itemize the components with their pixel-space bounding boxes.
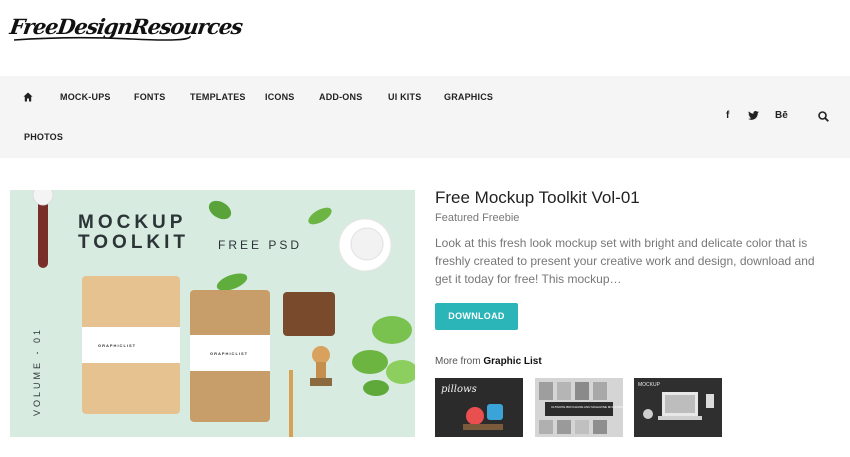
nav-item-addons[interactable]: ADD-ONS	[319, 92, 362, 102]
facebook-icon[interactable]: f	[726, 110, 729, 121]
article-title[interactable]: Free Mockup Toolkit Vol-01	[435, 188, 640, 208]
hero-title-line1: MOCKUP	[78, 212, 187, 233]
nav-item-graphics[interactable]: GRAPHICS	[444, 92, 493, 102]
nav-item-templates[interactable]: TEMPLATES	[190, 92, 246, 102]
more-from-prefix: More from	[435, 356, 481, 367]
logo-swash	[13, 35, 191, 41]
more-from: More from Graphic List	[435, 356, 542, 367]
hero-volume: VOLUME - 01	[32, 326, 42, 416]
related-thumb-3-art: MOCKUP	[634, 378, 722, 437]
nav-item-icons[interactable]: ICONS	[265, 92, 295, 102]
nav-item-photos[interactable]: PHOTOS	[24, 132, 63, 142]
site-header: FreeDesignResources	[0, 0, 850, 76]
book-label: GRAPHICLIST	[98, 343, 137, 348]
more-from-author-link[interactable]: Graphic List	[483, 356, 541, 367]
featured-image-art	[10, 190, 415, 437]
related-thumb-1[interactable]: pillows	[435, 378, 523, 437]
search-icon[interactable]	[818, 111, 829, 122]
related-thumb-2-art: ULTIMATE BROCHURE AND MAGAZINE MOCKUPS	[535, 378, 623, 437]
twitter-icon[interactable]	[748, 111, 759, 120]
nav-item-uikits[interactable]: UI KITS	[388, 92, 421, 102]
nav-item-mockups[interactable]: MOCK-UPS	[60, 92, 111, 102]
related-thumb-3[interactable]: MOCKUP	[634, 378, 722, 437]
thumb-1-caption: pillows	[441, 384, 477, 395]
nav-item-fonts[interactable]: FONTS	[134, 92, 166, 102]
book-label-2: GRAPHICLIST	[210, 351, 249, 356]
related-thumb-2[interactable]: ULTIMATE BROCHURE AND MAGAZINE MOCKUPS	[535, 378, 623, 437]
featured-image[interactable]: MOCKUP TOOLKIT FREE PSD GRAPHICLIST GRAP…	[10, 190, 415, 437]
article-description: Look at this fresh look mockup set with …	[435, 236, 815, 286]
article-category: Featured Freebie	[435, 212, 520, 224]
behance-icon[interactable]: Bē	[775, 110, 788, 121]
thumb-2-caption: ULTIMATE BROCHURE AND MAGAZINE MOCKUPS	[551, 405, 623, 409]
main-nav	[0, 76, 850, 158]
related-thumb-1-art: pillows	[435, 378, 523, 437]
hero-title-line2: TOOLKIT	[78, 232, 190, 253]
thumb-3-caption: MOCKUP	[638, 382, 661, 388]
download-button[interactable]: DOWNLOAD	[435, 303, 518, 330]
home-icon[interactable]	[23, 92, 33, 102]
hero-subtitle: FREE PSD	[218, 238, 303, 252]
